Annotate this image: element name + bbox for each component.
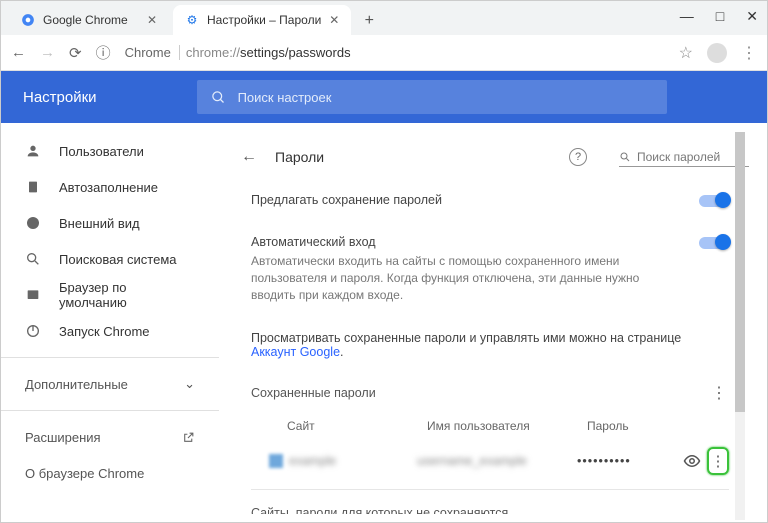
col-user: Имя пользователя [427, 419, 587, 433]
menu-dots-icon[interactable]: ⋮ [741, 43, 757, 63]
sidebar-advanced[interactable]: Дополнительные ⌄ [1, 366, 219, 402]
tab-label: Настройки – Пароли [207, 13, 321, 27]
browser-icon [25, 287, 41, 303]
minimize-button[interactable]: — [680, 8, 694, 25]
setting-description: Автоматически входить на сайты с помощью… [251, 253, 679, 303]
settings-search[interactable]: Поиск настроек [197, 80, 667, 114]
search-icon [25, 251, 41, 267]
view-text: Просматривать сохраненные пароли и управ… [251, 331, 681, 345]
page-header: ← Пароли ? Поиск паролей [231, 135, 749, 179]
sidebar-advanced-label: Дополнительные [25, 377, 128, 392]
toggle-autosignin[interactable] [699, 237, 729, 249]
scrollbar-thumb[interactable] [735, 132, 745, 412]
external-link-icon [182, 431, 195, 444]
address-bar: ← → ⟳ ⓘ Chrome chrome://settings/passwor… [1, 35, 767, 71]
tab-close-icon[interactable]: ✕ [329, 13, 339, 27]
sidebar-item-autofill[interactable]: Автозаполнение [1, 169, 219, 205]
cell-password: •••••••••• [577, 454, 677, 468]
power-icon [25, 323, 41, 339]
setting-offer-save: Предлагать сохранение паролей [231, 179, 749, 221]
setting-label: Предлагать сохранение паролей [251, 193, 679, 207]
search-placeholder: Поиск настроек [238, 90, 332, 105]
toggle-offer-save[interactable] [699, 195, 729, 207]
addr-url: chrome://settings/passwords [186, 45, 351, 60]
address-field[interactable]: Chrome chrome://settings/passwords [125, 45, 665, 60]
person-icon [25, 143, 41, 159]
help-icon[interactable]: ? [569, 148, 587, 166]
close-window-button[interactable]: ✕ [746, 8, 758, 25]
sidebar-about[interactable]: О браузере Chrome [1, 455, 219, 491]
tab-label: Google Chrome [43, 13, 128, 27]
cell-site[interactable]: example [289, 454, 417, 468]
show-password-icon[interactable] [677, 452, 707, 470]
gear-icon: ⚙ [185, 13, 199, 27]
row-actions-button[interactable]: ⋮ [707, 447, 729, 475]
main-panel: ← Пароли ? Поиск паролей Предлагать сохр… [219, 123, 767, 514]
reload-icon[interactable]: ⟳ [69, 44, 82, 62]
avatar[interactable] [707, 43, 727, 63]
saved-passwords-header: Сохраненные пароли ⋮ [231, 373, 749, 413]
sidebar-item-search-engine[interactable]: Поисковая система [1, 241, 219, 277]
info-icon[interactable]: ⓘ [96, 42, 111, 63]
sidebar-item-label: Браузер по умолчанию [59, 280, 195, 310]
search-icon [211, 90, 226, 105]
tab-google-chrome[interactable]: Google Chrome ✕ [9, 5, 169, 35]
sidebar-item-label: Внешний вид [59, 216, 140, 231]
sidebar-item-label: Пользователи [59, 144, 144, 159]
chrome-icon [21, 13, 35, 27]
clipboard-icon [25, 179, 41, 195]
sidebar-extensions-label: Расширения [25, 430, 101, 445]
table-row: example username_example •••••••••• ⋮ [231, 439, 749, 483]
sidebar-item-users[interactable]: Пользователи [1, 133, 219, 169]
sidebar-extensions[interactable]: Расширения [1, 419, 219, 455]
view-in-account: Просматривать сохраненные пароли и управ… [231, 317, 749, 373]
settings-header: Настройки Поиск настроек [1, 71, 767, 123]
settings-title: Настройки [23, 89, 97, 106]
section-title: Сохраненные пароли [251, 386, 376, 400]
sidebar: Пользователи Автозаполнение Внешний вид … [1, 123, 219, 514]
chevron-down-icon: ⌄ [184, 376, 195, 392]
palette-icon [25, 215, 41, 231]
setting-autosignin: Автоматический вход Автоматически входит… [231, 221, 749, 317]
sidebar-item-startup[interactable]: Запуск Chrome [1, 313, 219, 349]
section-title: Сайты, пароли для которых не сохраняются [251, 506, 508, 514]
cell-username: username_example [417, 454, 577, 468]
nav-forward-icon[interactable]: → [40, 44, 55, 61]
google-account-link[interactable]: Аккаунт Google [251, 345, 340, 359]
password-search[interactable]: Поиск паролей [619, 148, 749, 167]
table-header: Сайт Имя пользователя Пароль [231, 413, 749, 439]
maximize-button[interactable]: □ [716, 8, 724, 25]
sidebar-item-label: Поисковая система [59, 252, 177, 267]
password-search-placeholder: Поиск паролей [637, 150, 720, 164]
nav-back-icon[interactable]: ← [11, 44, 26, 61]
section-menu-icon[interactable]: ⋮ [709, 383, 729, 403]
col-site: Сайт [287, 419, 427, 433]
window-controls: — □ ✕ [680, 8, 758, 25]
sidebar-about-label: О браузере Chrome [25, 466, 144, 481]
addr-chip: Chrome [125, 45, 180, 60]
tab-close-icon[interactable]: ✕ [147, 13, 157, 27]
site-favicon [269, 454, 283, 468]
page-title: Пароли [275, 149, 551, 165]
sidebar-item-default-browser[interactable]: Браузер по умолчанию [1, 277, 219, 313]
new-tab-button[interactable]: + [355, 7, 383, 35]
tabstrip: Google Chrome ✕ ⚙ Настройки – Пароли ✕ + [1, 1, 767, 35]
tab-settings-passwords[interactable]: ⚙ Настройки – Пароли ✕ [173, 5, 351, 35]
never-save-header: Сайты, пароли для которых не сохраняются [231, 496, 749, 514]
sidebar-item-label: Запуск Chrome [59, 324, 150, 339]
back-arrow-icon[interactable]: ← [231, 148, 257, 166]
sidebar-item-label: Автозаполнение [59, 180, 158, 195]
col-pass: Пароль [587, 419, 729, 433]
sidebar-item-appearance[interactable]: Внешний вид [1, 205, 219, 241]
setting-label: Автоматический вход [251, 235, 679, 249]
star-icon[interactable]: ☆ [679, 43, 693, 63]
